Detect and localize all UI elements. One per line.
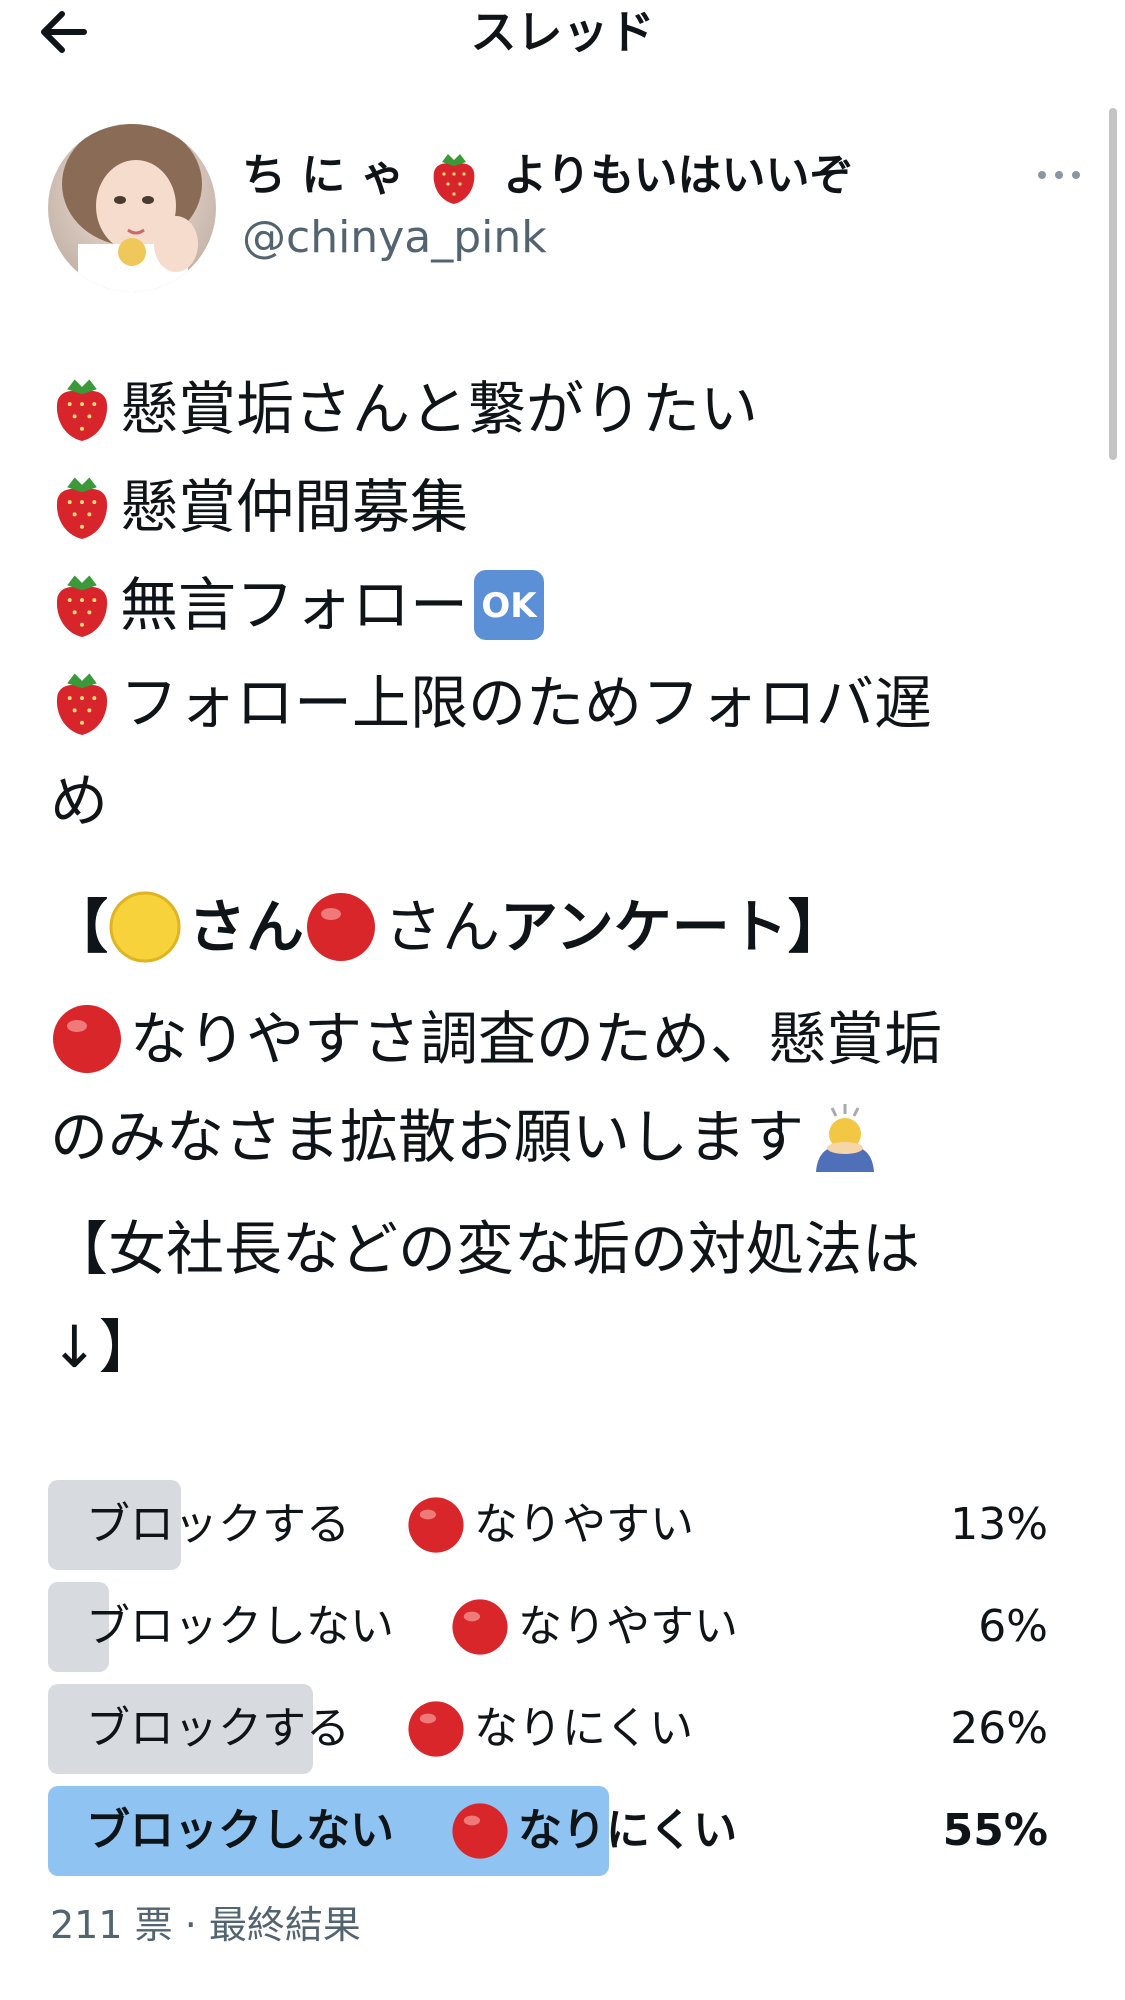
poll-option[interactable]: ブロックする なりやすい 13% (48, 1480, 1048, 1570)
red-circle-icon (53, 1005, 121, 1073)
poll-meta: 211 票 · 最終結果 (50, 1900, 361, 1950)
poll-separator: · (184, 1903, 197, 1947)
tweet-line: のみなさま拡散お願いします (50, 1088, 1070, 1186)
poll-option-label: ブロックしない なりやすい (86, 1582, 738, 1672)
poll-option-left: ブロックする (86, 1499, 350, 1550)
poll-option-right: なりにくい (518, 1805, 738, 1856)
tweet-line: 懸賞垢さんと繋がりたい (50, 360, 1070, 458)
poll-option-winner[interactable]: ブロックしない なりにくい 55% (48, 1786, 1048, 1876)
red-circle-icon (452, 1803, 508, 1859)
tweet-line: 懸賞仲間募集 (50, 458, 1070, 556)
tweet-line-text: 【女社長などの変な垢の対処法は (50, 1215, 921, 1283)
poll-option-left: ブロックしない (86, 1601, 394, 1652)
yellow-circle-icon (109, 891, 181, 963)
tweet-line-text: 懸賞垢さんと繋がりたい (120, 375, 759, 443)
tweet-line: 【女社長などの変な垢の対処法は (50, 1200, 1070, 1298)
tweet-line: め (50, 752, 1070, 850)
survey-heading: 【 さん さん アンケート 】 (50, 878, 1070, 976)
top-nav: スレッド (0, 0, 1125, 70)
tweet-line-text: フォロー上限のためフォロバ遅 (120, 669, 933, 737)
poll-option[interactable]: ブロックしない なりやすい 6% (48, 1582, 1048, 1672)
strawberry-icon (56, 477, 108, 539)
tweet-line: ↓】 (50, 1298, 1070, 1396)
poll-votes: 211 票 (50, 1903, 173, 1947)
bracket-open: 【 (50, 893, 109, 961)
more-options-icon[interactable] (1034, 160, 1084, 190)
survey-title: アンケート (500, 893, 788, 961)
poll-option-label: ブロックする なりにくい (86, 1684, 693, 1774)
tweet-line: フォロー上限のためフォロバ遅 (50, 654, 1070, 752)
tweet-line-text: なりやすさ調査のため、懸賞垢 (130, 1005, 943, 1073)
tweet-line-text: 無言フォロー (120, 571, 469, 639)
red-circle-icon (452, 1599, 508, 1655)
poll-option-label: ブロックしない なりにくい (86, 1786, 737, 1876)
display-name-suffix: よりもいはいいぞ (503, 150, 854, 201)
display-name[interactable]: ち に ゃ よりもいはいいぞ (242, 148, 854, 206)
avatar[interactable] (48, 124, 216, 292)
display-name-prefix: ち に ゃ (242, 150, 405, 201)
poll-option-right: なりやすい (474, 1499, 694, 1550)
survey-san-1: さん (188, 893, 305, 961)
scrollbar[interactable] (1109, 108, 1117, 460)
poll-option-right: なりにくい (474, 1703, 694, 1754)
tweet-line-text: 懸賞仲間募集 (120, 473, 469, 541)
strawberry-icon (56, 379, 108, 441)
tweet-line-text: め (50, 767, 109, 835)
strawberry-icon (56, 575, 108, 637)
poll-option-left: ブロックする (86, 1703, 350, 1754)
bracket-close: 】 (787, 893, 846, 961)
poll-option[interactable]: ブロックする なりにくい 26% (48, 1684, 1048, 1774)
strawberry-icon (56, 673, 108, 735)
red-circle-icon (408, 1497, 464, 1553)
page-title: スレッド (470, 5, 655, 59)
poll: ブロックする なりやすい 13% ブロックしない なりやすい 6% ブロックする… (48, 1480, 1048, 1888)
red-circle-icon (307, 893, 376, 961)
poll-option-left: ブロックしない (86, 1805, 394, 1856)
tweet-line-text: ↓】 (50, 1313, 157, 1381)
tweet-line: 無言フォロー OK (50, 556, 1070, 654)
poll-percent: 6% (978, 1601, 1048, 1652)
tweet-line-text: のみなさま拡散お願いします (50, 1103, 805, 1171)
poll-status: 最終結果 (208, 1903, 361, 1947)
user-handle[interactable]: @chinya_pink (242, 210, 547, 266)
strawberry-icon (433, 154, 475, 204)
poll-percent: 26% (950, 1703, 1048, 1754)
poll-percent: 13% (950, 1499, 1048, 1550)
ok-badge-icon: OK (474, 570, 545, 640)
red-circle-icon (408, 1701, 464, 1757)
bowing-person-icon (816, 1104, 875, 1172)
poll-percent: 55% (942, 1805, 1048, 1856)
poll-option-right: なりやすい (518, 1601, 738, 1652)
survey-san-2: さん (384, 893, 501, 961)
poll-option-label: ブロックする なりやすい (86, 1480, 694, 1570)
tweet-text: 懸賞垢さんと繋がりたい 懸賞仲間募集 無言フォロー OK フォロー上限のためフォ… (50, 360, 1070, 1396)
ok-badge-text: OK (481, 586, 538, 626)
tweet-line: なりやすさ調査のため、懸賞垢 (50, 990, 1070, 1088)
